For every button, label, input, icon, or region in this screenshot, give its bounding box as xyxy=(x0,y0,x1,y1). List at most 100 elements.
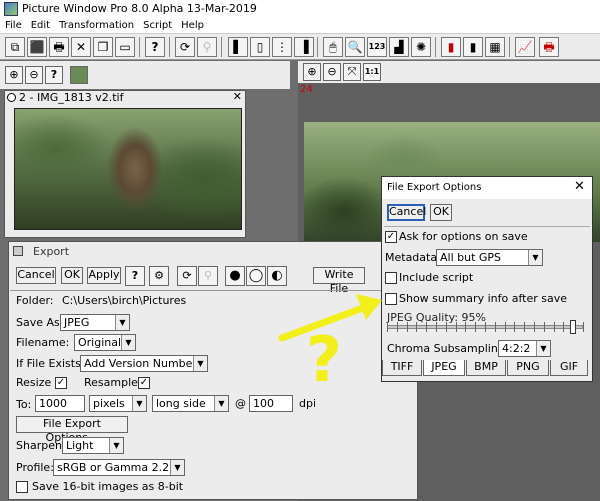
slider-tick xyxy=(456,322,457,332)
print-red-icon[interactable]: 🖶 xyxy=(539,37,559,57)
layout-left-icon[interactable]: ▌ xyxy=(228,37,248,57)
chevron-down-icon: ▼ xyxy=(536,341,550,356)
menu-file[interactable]: File xyxy=(0,19,26,31)
thumbnail-icon[interactable] xyxy=(70,66,88,84)
chevron-down-icon: ▼ xyxy=(214,396,228,411)
paste-icon[interactable]: ▭ xyxy=(115,37,135,57)
feo-cancel-button[interactable]: Cancel xyxy=(387,204,426,221)
if-exists-value: Add Version Number xyxy=(84,357,197,370)
help-icon[interactable]: ? xyxy=(45,66,63,84)
slider-tick xyxy=(485,322,486,332)
copy-icon[interactable]: ❐ xyxy=(93,37,113,57)
profile-select[interactable]: sRGB or Gamma 2.2 ▼ xyxy=(53,459,185,476)
format-tabs: TIFF JPEG BMP PNG GIF xyxy=(382,360,590,376)
summary-label: Show summary info after save xyxy=(399,292,567,305)
slider-tick xyxy=(426,322,427,332)
feo-ok-button[interactable]: OK xyxy=(430,204,452,221)
folder-label: Folder: xyxy=(16,294,54,307)
app-title: Picture Window Pro 8.0 Alpha 13-Mar-2019 xyxy=(22,2,257,15)
app-titlebar: Picture Window Pro 8.0 Alpha 13-Mar-2019 xyxy=(0,0,600,18)
run-icon[interactable]: ⚲ xyxy=(198,266,218,286)
close-icon[interactable]: ✕ xyxy=(71,37,91,57)
profile-label: Profile: xyxy=(16,461,54,474)
numbers-icon[interactable]: 123 xyxy=(367,37,387,57)
save16-checkbox[interactable] xyxy=(16,481,28,493)
resize-label: Resize xyxy=(16,376,52,389)
ask-options-checkbox[interactable]: ✓ xyxy=(385,231,397,243)
resize-checkbox[interactable]: ✓ xyxy=(55,377,67,389)
export-title: Export xyxy=(33,245,70,258)
slider-tick xyxy=(534,322,535,332)
help-button[interactable]: ? xyxy=(125,266,145,286)
file-export-options-button[interactable]: File Export Options... xyxy=(16,416,128,444)
mode-dark-icon[interactable]: ● xyxy=(225,266,245,286)
size-input[interactable]: 1000 xyxy=(35,395,85,412)
zoom-icon[interactable]: 🔍 xyxy=(345,37,365,57)
toolbar-divider xyxy=(139,37,140,57)
metadata-label: Metadata: xyxy=(385,251,441,264)
histogram-icon[interactable]: ▟ xyxy=(389,37,409,57)
units-select[interactable]: pixels ▼ xyxy=(89,395,147,412)
tab-bmp[interactable]: BMP xyxy=(466,360,506,376)
zoom-in-icon[interactable]: ⊕ xyxy=(5,66,23,84)
quality-slider-thumb[interactable] xyxy=(570,320,576,334)
at-symbol: @ xyxy=(235,397,246,410)
cancel-button[interactable]: Cancel xyxy=(16,267,56,284)
chevron-down-icon: ▼ xyxy=(109,438,123,453)
red-channel-icon[interactable]: ▮ xyxy=(441,37,461,57)
print-icon[interactable]: 🖶 xyxy=(49,37,69,57)
gear-icon[interactable]: ⚙ xyxy=(149,266,169,286)
viewer-number: 24 xyxy=(300,84,313,95)
close-icon[interactable]: ✕ xyxy=(574,179,585,194)
grid-icon[interactable]: ▦ xyxy=(485,37,505,57)
divider xyxy=(384,226,590,227)
sharpen-value: Light xyxy=(66,439,94,452)
feo-title: File Export Options xyxy=(387,182,482,193)
filename-select[interactable]: Original ▼ xyxy=(74,334,136,351)
layout-single-icon[interactable]: ▯ xyxy=(250,37,270,57)
chroma-value: 4:2:2 xyxy=(502,342,531,355)
palette-icon[interactable]: ✺ xyxy=(411,37,431,57)
run-icon[interactable]: ⚲ xyxy=(197,37,217,57)
apply-button[interactable]: Apply xyxy=(87,267,121,284)
tab-png[interactable]: PNG xyxy=(507,360,549,376)
import-icon[interactable]: ⬛ xyxy=(27,37,47,57)
help-icon[interactable]: ? xyxy=(145,37,165,57)
resample-label: Resample xyxy=(84,376,138,389)
radio-icon[interactable] xyxy=(7,93,16,102)
layout-right-icon[interactable]: ▐ xyxy=(294,37,314,57)
menu-help[interactable]: Help xyxy=(176,19,208,31)
ok-button[interactable]: OK xyxy=(61,267,83,284)
open-icon[interactable]: ⧉ xyxy=(5,37,25,57)
resample-checkbox[interactable]: ✓ xyxy=(138,377,150,389)
chart-icon[interactable]: 📈 xyxy=(515,37,535,57)
zoom-out-icon[interactable]: ⊖ xyxy=(25,66,43,84)
zoom-out-icon[interactable]: ⊖ xyxy=(323,63,341,81)
close-icon[interactable]: ✕ xyxy=(233,90,242,103)
slider-tick xyxy=(436,322,437,332)
tab-jpeg[interactable]: JPEG xyxy=(423,360,465,376)
layout-split-icon[interactable]: ⋮ xyxy=(272,37,292,57)
units-value: pixels xyxy=(93,397,125,410)
slider-tick xyxy=(524,322,525,332)
sharpen-select[interactable]: Light ▼ xyxy=(62,437,124,454)
metadata-select[interactable]: All but GPS ▼ xyxy=(436,249,543,266)
fit-icon[interactable]: ⤧ xyxy=(343,63,361,81)
chroma-select[interactable]: 4:2:2 ▼ xyxy=(498,340,551,357)
side-select[interactable]: long side ▼ xyxy=(152,395,229,412)
menu-script[interactable]: Script xyxy=(138,19,176,31)
folder-value[interactable]: C:\Users\birch\Pictures xyxy=(62,294,186,307)
actual-size-button[interactable]: 1:1 xyxy=(363,63,381,81)
menu-edit[interactable]: Edit xyxy=(26,19,54,31)
menu-transformation[interactable]: Transformation xyxy=(54,19,138,31)
filename-value: Original xyxy=(78,336,122,349)
save-as-select[interactable]: JPEG ▼ xyxy=(60,314,130,331)
mouse-icon[interactable]: 🖱 xyxy=(323,37,343,57)
tab-gif[interactable]: GIF xyxy=(550,360,588,376)
refresh-icon[interactable]: ⟳ xyxy=(175,37,195,57)
if-exists-select[interactable]: Add Version Number ▼ xyxy=(80,355,208,372)
refresh-icon[interactable]: ⟳ xyxy=(177,266,197,286)
mode-light-icon[interactable]: ◯ xyxy=(246,266,266,286)
gray-channel-icon[interactable]: ▮ xyxy=(463,37,483,57)
zoom-in-icon[interactable]: ⊕ xyxy=(303,63,321,81)
